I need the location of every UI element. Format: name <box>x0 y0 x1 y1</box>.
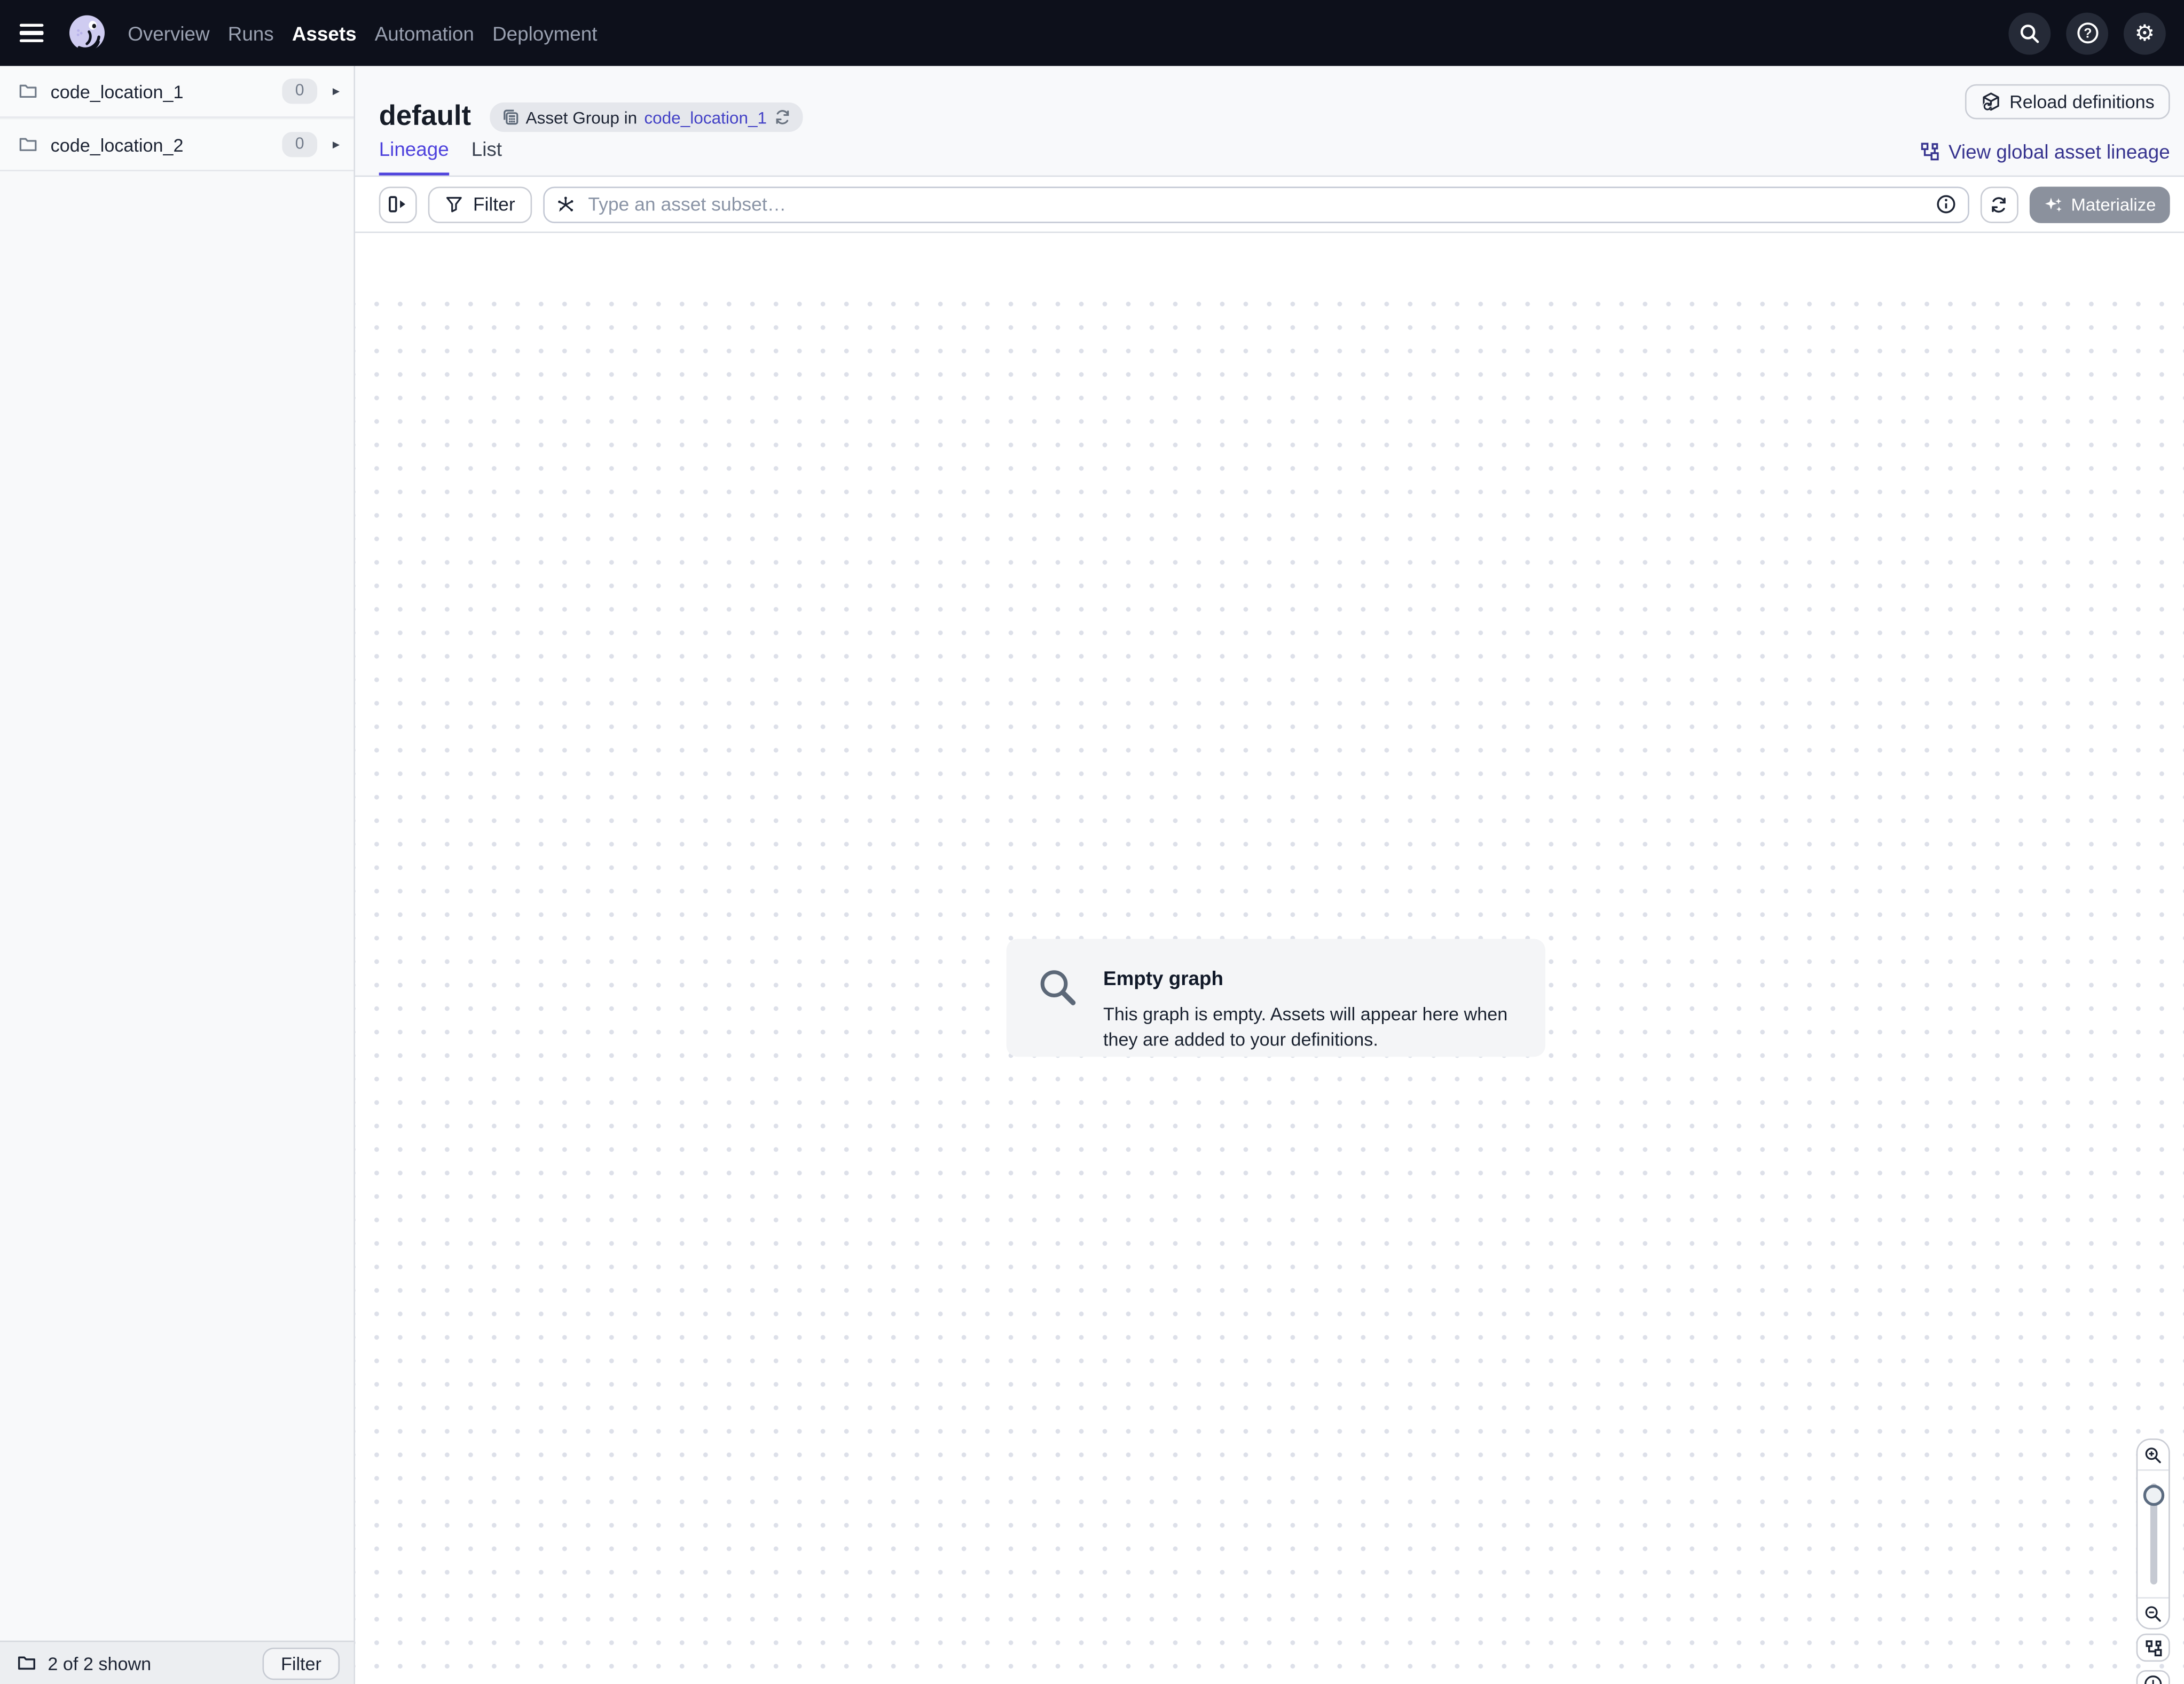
tab-list[interactable]: List <box>472 138 502 176</box>
settings-button[interactable]: ⚙ <box>2124 12 2166 54</box>
chevron-right-icon[interactable]: ▸ <box>333 137 340 152</box>
magnifier-icon <box>1037 967 1079 1009</box>
lineage-graph-canvas[interactable]: Empty graph This graph is empty. Assets … <box>355 299 2184 1684</box>
reload-definitions-button[interactable]: Reload definitions <box>1965 84 2170 120</box>
lineage-graph-icon <box>1920 141 1940 161</box>
code-location-name: code_location_1 <box>51 81 270 101</box>
asset-group-tag-text: Asset Group in <box>526 108 638 128</box>
code-location-link[interactable]: code_location_1 <box>644 108 767 128</box>
folder-icon <box>17 1653 37 1673</box>
nav-item-overview[interactable]: Overview <box>128 22 209 44</box>
shown-summary-label: 2 of 2 shown <box>48 1652 151 1673</box>
empty-graph-card: Empty graph This graph is empty. Assets … <box>1007 939 1545 1057</box>
tabs: Lineage List View global asset lineage <box>379 138 2170 176</box>
view-global-asset-lineage-label: View global asset lineage <box>1949 140 2170 163</box>
materialize-label: Materialize <box>2071 194 2156 214</box>
empty-graph-title: Empty graph <box>1103 967 1519 989</box>
reload-definitions-icon <box>1980 91 2001 112</box>
asset-group-tag: Asset Group in code_location_1 <box>489 103 803 132</box>
materialize-button[interactable]: Materialize <box>2029 186 2170 222</box>
search-icon <box>2018 22 2041 44</box>
download-image-button[interactable] <box>2136 1670 2170 1684</box>
code-location-name: code_location_2 <box>51 134 270 155</box>
nav-item-assets[interactable]: Assets <box>292 22 357 44</box>
asset-count-badge: 0 <box>282 132 317 157</box>
refresh-graph-button[interactable] <box>1980 186 2018 222</box>
asset-count-badge: 0 <box>282 78 317 104</box>
sparkles-icon <box>2043 194 2063 214</box>
info-icon[interactable] <box>1935 194 1956 215</box>
top-nav: Overview Runs Assets Automation Deployme… <box>0 0 2184 66</box>
folder-icon <box>18 135 38 154</box>
search-button[interactable] <box>2008 12 2051 54</box>
graph-filter-label: Filter <box>473 194 515 215</box>
sidebar-footer: 2 of 2 shown Filter <box>0 1641 353 1684</box>
page-title: default <box>379 101 471 133</box>
sidebar-filter-button[interactable]: Filter <box>263 1647 340 1679</box>
sidebar-item-code-location-1[interactable]: code_location_1 0 ▸ <box>0 66 353 118</box>
asset-subset-input-wrap <box>543 186 1968 222</box>
help-icon: ? <box>2075 21 2099 45</box>
panel-expand-icon <box>387 194 408 215</box>
svg-text:?: ? <box>2083 26 2091 41</box>
top-nav-actions: ? ⚙ <box>2008 12 2165 54</box>
asset-subset-icon <box>556 194 576 214</box>
asset-group-icon <box>500 108 518 127</box>
tab-lineage[interactable]: Lineage <box>379 138 449 176</box>
asset-subset-input[interactable] <box>585 192 1925 216</box>
page-header: default Asset Group in <box>355 66 2184 177</box>
lineage-graph-icon <box>2144 1639 2162 1657</box>
download-icon <box>2143 1674 2163 1684</box>
refresh-icon <box>1989 194 2009 214</box>
hamburger-menu-button[interactable] <box>20 18 51 49</box>
zoom-out-button[interactable] <box>2138 1599 2169 1628</box>
chevron-right-icon[interactable]: ▸ <box>333 83 340 99</box>
zoom-in-button[interactable] <box>2138 1440 2169 1469</box>
fit-graph-button[interactable] <box>2136 1634 2170 1662</box>
main-content: default Asset Group in <box>355 66 2184 1684</box>
shown-summary: 2 of 2 shown <box>17 1652 252 1673</box>
help-button[interactable]: ? <box>2066 12 2108 54</box>
reload-definitions-label: Reload definitions <box>2009 91 2155 112</box>
primary-nav: Overview Runs Assets Automation Deployme… <box>128 22 597 44</box>
nav-item-runs[interactable]: Runs <box>228 22 274 44</box>
zoom-controls <box>2136 1438 2170 1629</box>
zoom-slider[interactable] <box>2138 1469 2169 1599</box>
nav-item-deployment[interactable]: Deployment <box>492 22 597 44</box>
nav-item-automation[interactable]: Automation <box>375 22 474 44</box>
graph-filter-button[interactable]: Filter <box>428 186 532 222</box>
empty-graph-message: This graph is empty. Assets will appear … <box>1103 1002 1519 1054</box>
asset-groups-sidebar: code_location_1 0 ▸ code_location_2 0 ▸ <box>0 66 355 1684</box>
gear-icon: ⚙ <box>2135 22 2155 44</box>
sidebar-item-code-location-2[interactable]: code_location_2 0 ▸ <box>0 118 353 171</box>
view-global-asset-lineage-link[interactable]: View global asset lineage <box>1920 140 2170 176</box>
zoom-slider-thumb[interactable] <box>2142 1485 2163 1506</box>
toggle-sidebar-panel-button[interactable] <box>379 186 417 222</box>
zoom-out-icon <box>2143 1603 2163 1623</box>
sync-icon[interactable] <box>774 108 792 127</box>
dagster-app: Overview Runs Assets Automation Deployme… <box>0 0 2184 1684</box>
dagster-logo-icon <box>66 12 108 54</box>
funnel-icon <box>445 195 463 213</box>
lineage-toolbar: Filter <box>355 177 2184 233</box>
folder-icon <box>18 81 38 101</box>
zoom-in-icon <box>2143 1445 2163 1465</box>
